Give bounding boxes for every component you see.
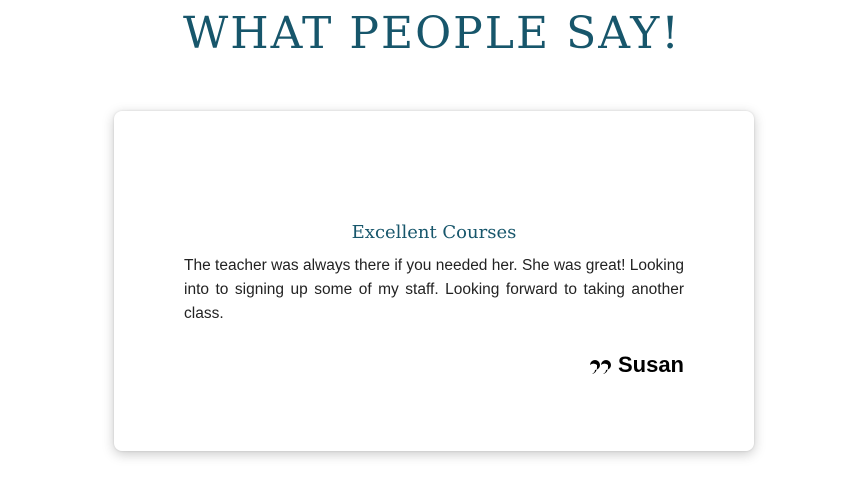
section-title: WHAT PEOPLE SAY! bbox=[183, 8, 681, 59]
testimonial-text: The teacher was always there if you need… bbox=[184, 257, 684, 322]
testimonial-card: Excellent Courses The teacher was always… bbox=[114, 111, 754, 451]
testimonial-heading: Excellent Courses bbox=[351, 222, 517, 243]
author-name: Susan bbox=[617, 352, 684, 377]
quote-left-icon bbox=[589, 355, 612, 375]
testimonial-author: Susan bbox=[589, 351, 684, 379]
